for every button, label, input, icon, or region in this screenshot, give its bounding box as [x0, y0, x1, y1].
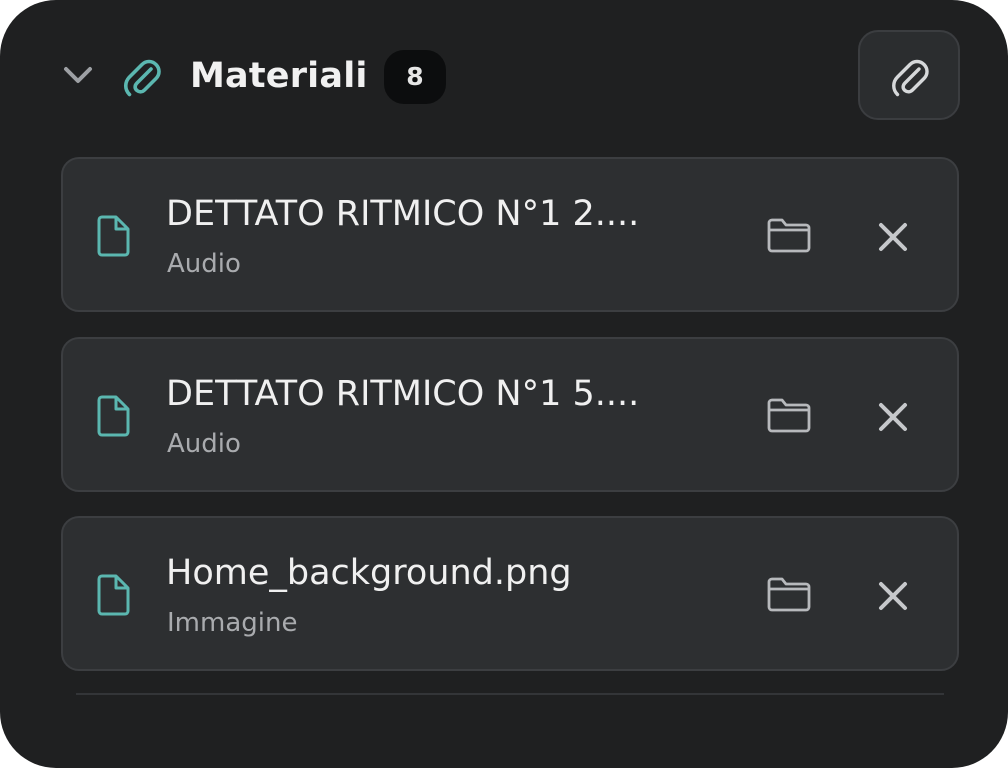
file-icon: [95, 573, 131, 617]
paperclip-icon: [120, 54, 164, 100]
file-icon: [95, 214, 131, 258]
materials-header: Materiali 8: [0, 0, 1008, 150]
folder-icon[interactable]: [763, 394, 815, 438]
material-name: DETTATO RITMICO N°1 2....: [166, 194, 640, 234]
material-item[interactable]: DETTATO RITMICO N°1 5.... Audio: [61, 337, 959, 492]
close-icon[interactable]: [871, 215, 915, 259]
folder-icon[interactable]: [763, 214, 815, 258]
material-name: Home_background.png: [166, 553, 572, 593]
materials-panel: Materiali 8 DETTATO RITMICO N°1 2.... Au…: [0, 0, 1008, 768]
attach-material-button[interactable]: [858, 30, 960, 120]
list-divider: [76, 693, 944, 695]
section-title: Materiali: [190, 56, 368, 96]
material-item[interactable]: DETTATO RITMICO N°1 2.... Audio: [61, 157, 959, 312]
materials-count-badge: 8: [384, 50, 446, 104]
material-type: Audio: [167, 249, 241, 279]
material-item[interactable]: Home_background.png Immagine: [61, 516, 959, 671]
material-type: Audio: [167, 429, 241, 459]
chevron-down-icon[interactable]: [60, 60, 96, 90]
paperclip-icon: [892, 59, 929, 97]
folder-icon[interactable]: [763, 573, 815, 617]
close-icon[interactable]: [871, 574, 915, 618]
file-icon: [95, 394, 131, 438]
material-type: Immagine: [167, 608, 298, 638]
close-icon[interactable]: [871, 395, 915, 439]
material-name: DETTATO RITMICO N°1 5....: [166, 374, 640, 414]
